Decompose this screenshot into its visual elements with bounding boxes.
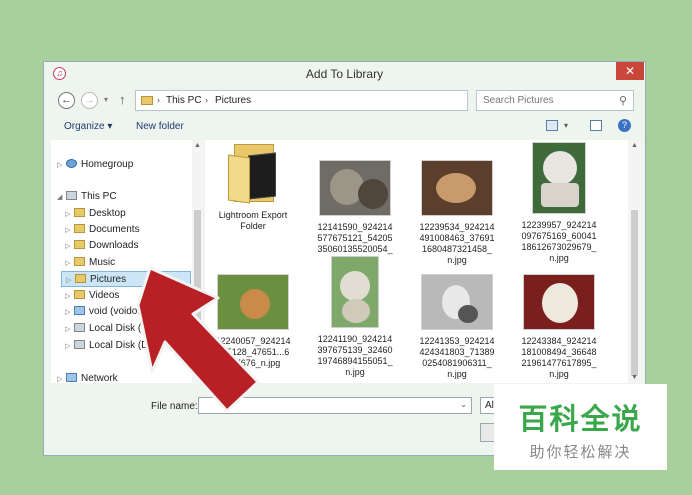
watermark-title: 百科全说 — [518, 402, 643, 436]
watermark: 百科全说 助你轻松解决 — [494, 384, 667, 470]
watermark-subtitle: 助你轻松解决 — [529, 443, 632, 461]
